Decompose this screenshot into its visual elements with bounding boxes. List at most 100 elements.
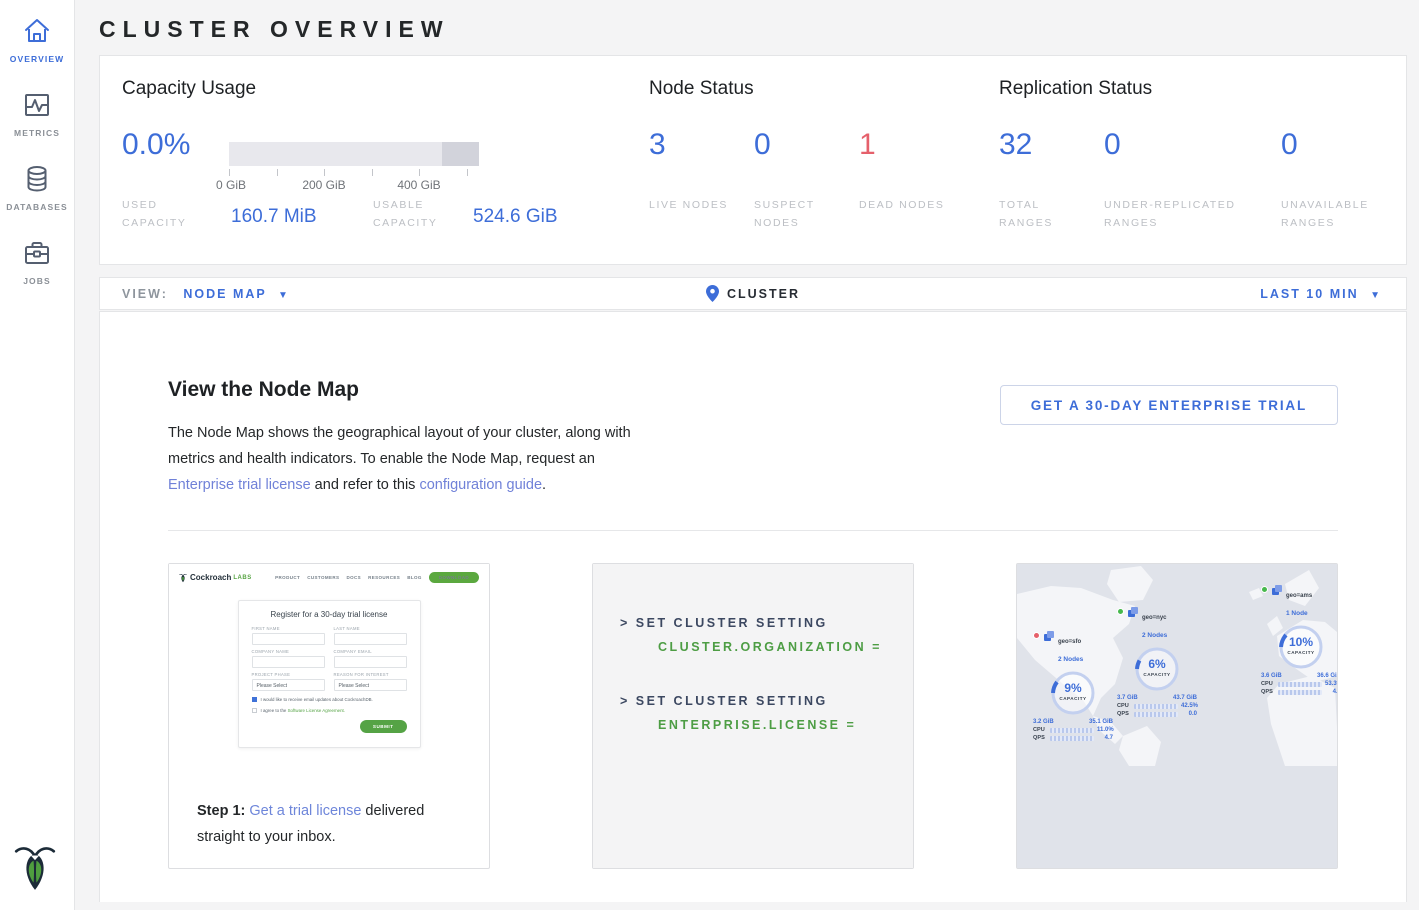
node-cube-icon xyxy=(1127,606,1139,618)
mini-field-label: FIRST NAME xyxy=(252,626,325,631)
sidebar-item-label: OVERVIEW xyxy=(0,54,74,64)
capacity-label: CAPACITY xyxy=(1131,672,1183,677)
cluster-name: geo=ams xyxy=(1286,593,1312,599)
mini-field-label: COMPANY NAME xyxy=(252,649,325,654)
metrics-chart-icon xyxy=(22,90,52,120)
time-range-selector[interactable]: LAST 10 MIN ▼ xyxy=(986,287,1406,301)
live-nodes-count: 3 xyxy=(649,128,666,162)
replication-status-title: Replication Status xyxy=(999,78,1152,100)
status-dot-green xyxy=(1261,586,1268,593)
mini-nav-item: RESOURCES xyxy=(368,575,400,580)
description-text: The Node Map shows the geographical layo… xyxy=(168,425,631,467)
mini-field-input xyxy=(252,633,325,645)
sidebar-item-label: JOBS xyxy=(0,276,74,286)
cpu-value: 42.5% xyxy=(1181,703,1197,709)
enterprise-trial-button[interactable]: GET A 30-DAY ENTERPRISE TRIAL xyxy=(1000,385,1338,425)
capacity-tick xyxy=(372,169,373,176)
section-divider xyxy=(168,530,1338,531)
capacity-gauge: 6% CAPACITY xyxy=(1131,645,1183,693)
chevron-down-icon[interactable]: ▼ xyxy=(278,290,288,301)
time-range-value[interactable]: LAST 10 MIN xyxy=(1260,287,1358,301)
cpu-bar xyxy=(1050,728,1094,733)
qps-bar xyxy=(1050,736,1094,741)
mini-license-link: Software License Agreement. xyxy=(288,708,345,713)
sidebar-item-databases[interactable]: DATABASES xyxy=(0,148,74,222)
node-map-panel: View the Node Map The Node Map shows the… xyxy=(99,311,1407,904)
sidebar-item-overview[interactable]: OVERVIEW xyxy=(0,0,74,74)
mini-field-label: REASON FOR INTEREST xyxy=(334,672,407,677)
mini-checkbox-checked xyxy=(252,697,257,702)
view-toolbar: VIEW: NODE MAP ▼ CLUSTER LAST 10 MIN ▼ xyxy=(99,277,1407,310)
view-dropdown-value[interactable]: NODE MAP xyxy=(183,287,266,301)
used-capacity-value: 160.7 MiB xyxy=(231,206,317,228)
step1-screenshot: Cockroach LABS PRODUCT CUSTOMERS DOCS RE… xyxy=(169,564,489,766)
configuration-guide-link[interactable]: configuration guide xyxy=(419,477,542,493)
sql-line-setting: CLUSTER.ORGANIZATION = xyxy=(620,635,913,659)
capacity-gauge: 9% CAPACITY xyxy=(1047,669,1099,717)
step2-sql-snippet: > SET CLUSTER SETTING CLUSTER.ORGANIZATI… xyxy=(593,564,913,868)
brand-text: Cockroach xyxy=(190,573,231,582)
map-pin-icon xyxy=(706,285,719,302)
capacity-used: 3.2 GiB xyxy=(1033,719,1054,725)
mini-field-input xyxy=(252,656,325,668)
mini-form-title: Register for a 30-day trial license xyxy=(252,610,407,619)
capacity-used: 3.7 GiB xyxy=(1117,695,1138,701)
total-ranges-count: 32 xyxy=(999,128,1032,162)
qps-bar xyxy=(1134,712,1178,717)
map-cluster-ams: geo=ams1 Node 10% CAPACITY 3.6 GiB36.6 G… xyxy=(1261,584,1337,695)
sidebar-item-jobs[interactable]: JOBS xyxy=(0,222,74,296)
mini-field-label: COMPANY EMAIL xyxy=(334,649,407,654)
cluster-node-count: 2 Nodes xyxy=(1142,632,1167,639)
capacity-percent: 10% xyxy=(1275,635,1327,649)
cluster-name: geo=nyc xyxy=(1142,615,1167,621)
enterprise-trial-license-link[interactable]: Enterprise trial license xyxy=(168,477,311,493)
cluster-node-count: 2 Nodes xyxy=(1058,656,1083,663)
used-capacity-label: USED CAPACITY xyxy=(122,196,206,232)
step1-card: Cockroach LABS PRODUCT CUSTOMERS DOCS RE… xyxy=(168,563,490,869)
mini-select: Please Select xyxy=(334,679,407,691)
steps-row: Cockroach LABS PRODUCT CUSTOMERS DOCS RE… xyxy=(168,563,1338,869)
step3-node-map-preview: geo=sfo 2 Nodes 9% CAPACITY 3.2 GiB 35.1 G… xyxy=(1017,564,1337,868)
cpu-label: CPU xyxy=(1117,703,1131,709)
usable-capacity-label: USABLE CAPACITY xyxy=(373,196,457,232)
page-title: CLUSTER OVERVIEW xyxy=(75,0,1419,55)
capacity-label: CAPACITY xyxy=(1275,650,1327,655)
node-cube-icon xyxy=(1043,630,1055,642)
capacity-bar-reserved-segment xyxy=(442,142,479,166)
sidebar-item-label: DATABASES xyxy=(0,202,74,212)
capacity-total: 36.6 GiB xyxy=(1317,673,1337,679)
cpu-bar xyxy=(1278,682,1322,687)
unavailable-ranges-count: 0 xyxy=(1281,128,1298,162)
capacity-bar xyxy=(229,142,479,166)
mini-select: Please Select xyxy=(252,679,325,691)
mini-checkbox-label: I would like to receive email updates ab… xyxy=(261,697,373,702)
mini-cockroach-logo: Cockroach LABS xyxy=(179,573,252,583)
total-ranges-label: TOTAL RANGES xyxy=(999,196,1095,232)
description-text: and refer to this xyxy=(311,477,420,493)
dead-nodes-count: 1 xyxy=(859,128,876,162)
cpu-value: 11.0% xyxy=(1097,727,1113,733)
sidebar: OVERVIEW METRICS DATABASES JOBS xyxy=(0,0,75,910)
qps-value: 0.0 xyxy=(1181,711,1197,717)
node-cube-icon xyxy=(1271,584,1283,596)
capacity-label: CAPACITY xyxy=(1047,696,1099,701)
briefcase-icon xyxy=(22,238,52,268)
view-selector[interactable]: VIEW: NODE MAP ▼ xyxy=(100,287,520,301)
get-trial-license-link[interactable]: Get a trial license xyxy=(249,803,361,819)
dead-nodes-label: DEAD NODES xyxy=(859,196,955,214)
sidebar-item-metrics[interactable]: METRICS xyxy=(0,74,74,148)
sql-line: > SET CLUSTER SETTING xyxy=(620,689,913,713)
unavailable-ranges-label: UNAVAILABLE RANGES xyxy=(1281,196,1377,232)
scope-breadcrumb: CLUSTER xyxy=(520,285,986,302)
cpu-value: 53.3% xyxy=(1325,681,1337,687)
capacity-total: 35.1 GiB xyxy=(1089,719,1113,725)
mini-field-label: LAST NAME xyxy=(334,626,407,631)
usable-capacity-value: 524.6 GiB xyxy=(473,206,558,228)
capacity-tick-label: 400 GiB xyxy=(397,178,440,192)
chevron-down-icon[interactable]: ▼ xyxy=(1370,290,1380,301)
scope-label: CLUSTER xyxy=(727,287,800,301)
step1-caption: Step 1: Get a trial license delivered st… xyxy=(169,766,489,850)
sql-line-setting: ENTERPRISE.LICENSE = xyxy=(620,713,913,737)
node-status-title: Node Status xyxy=(649,78,754,100)
cluster-name: geo=sfo xyxy=(1058,639,1081,645)
